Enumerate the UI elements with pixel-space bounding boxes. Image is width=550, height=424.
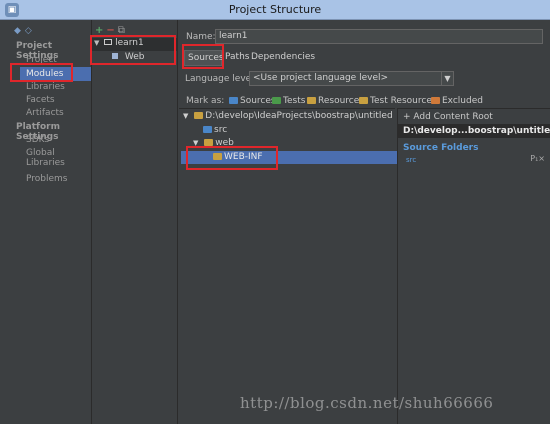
highlight-sources-tab: [182, 44, 224, 69]
source-folder-actions[interactable]: P₁×: [530, 154, 545, 163]
module-details: Name: learn1 Sources Paths Dependencies …: [179, 20, 550, 424]
excluded-folder-icon: [431, 97, 440, 104]
tests-folder-icon: [272, 97, 281, 104]
mark-as-excluded[interactable]: Excluded: [431, 96, 483, 106]
content-root-panel: + Add Content Root D:\develop...boostrap…: [397, 108, 550, 424]
nav-item-facets[interactable]: Facets: [26, 95, 55, 105]
language-level-value: <Use project language level>: [253, 73, 389, 83]
source-folders-header: Source Folders: [403, 143, 479, 153]
expand-arrow-icon[interactable]: ▼: [183, 112, 188, 120]
folder-icon: [204, 139, 214, 146]
module-name-field[interactable]: learn1: [215, 29, 543, 44]
mark-as-resources[interactable]: Resources: [307, 96, 364, 106]
sources-folder-icon: [229, 97, 238, 104]
window-title: Project Structure: [228, 3, 322, 16]
language-level-label: Language level:: [185, 74, 257, 84]
watermark: http://blog.csdn.net/shuh66666: [240, 394, 494, 412]
nav-item-artifacts[interactable]: Artifacts: [26, 108, 64, 118]
mark-as-label: Mark as:: [186, 96, 225, 106]
highlight-modules: [10, 63, 73, 82]
nav-item-sdks[interactable]: SDKs: [26, 135, 49, 145]
highlight-web-inf: [186, 146, 278, 170]
resources-folder-icon: [307, 97, 316, 104]
folder-icon: [194, 112, 204, 119]
mark-as-test-resources[interactable]: Test Resources: [359, 96, 437, 106]
content-root-path: D:\develop...boostrap\untitled: [398, 124, 550, 138]
nav-item-global-libraries[interactable]: Global Libraries: [26, 148, 91, 168]
title-bar: ▣ Project Structure: [0, 0, 550, 20]
nav-buttons: ◆◇: [14, 26, 36, 36]
modules-tree-pane: + − ⧉ ▼ learn1 Web: [92, 20, 178, 424]
add-content-root-button[interactable]: + Add Content Root: [403, 112, 493, 122]
nav-item-libraries[interactable]: Libraries: [26, 82, 65, 92]
source-folder-icon: [203, 126, 212, 133]
tree-item-src[interactable]: src: [203, 125, 227, 135]
chevron-down-icon[interactable]: ▼: [441, 72, 453, 85]
mark-as-tests[interactable]: Tests: [272, 96, 305, 106]
name-label: Name:: [186, 32, 216, 42]
test-resources-folder-icon: [359, 97, 368, 104]
highlight-module-tree: [90, 35, 176, 65]
back-icon[interactable]: ◆: [14, 26, 25, 36]
mark-as-sources[interactable]: Sources: [229, 96, 276, 106]
tab-dependencies[interactable]: Dependencies: [248, 50, 318, 66]
forward-icon[interactable]: ◇: [25, 26, 36, 36]
content-root-row[interactable]: ▼ D:\develop\IdeaProjects\boostrap\untit…: [183, 111, 393, 121]
source-folder-entry: src: [406, 156, 417, 164]
language-level-select[interactable]: <Use project language level> ▼: [249, 71, 454, 86]
nav-item-problems[interactable]: Problems: [26, 174, 67, 184]
